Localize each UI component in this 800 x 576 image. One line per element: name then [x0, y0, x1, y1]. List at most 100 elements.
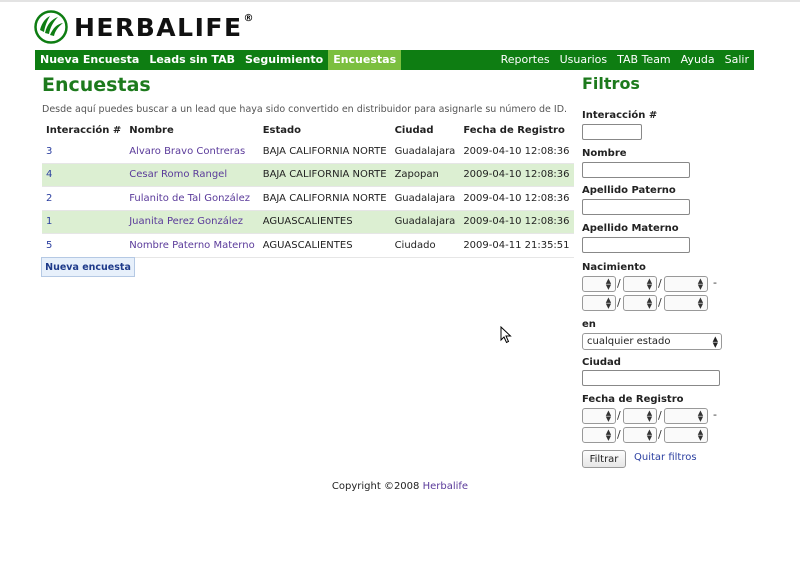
cell-nombre[interactable]: Fulanito de Tal González: [125, 187, 258, 211]
cell-estado: BAJA CALIFORNIA NORTE: [262, 145, 387, 157]
cell-interaccion[interactable]: 2: [42, 187, 125, 211]
stepper-icon: ▲ ▼: [697, 409, 704, 423]
page-title: Encuestas: [42, 74, 151, 96]
fecha-hasta-anio-select[interactable]: ▲ ▼: [664, 427, 708, 443]
nav-leads-sin-tab[interactable]: Leads sin TAB: [144, 50, 240, 70]
filtrar-button[interactable]: Filtrar: [582, 450, 626, 468]
cell-nombre[interactable]: Cesar Romo Rangel: [125, 163, 259, 187]
cell-ciudad: Guadalajara: [390, 210, 460, 234]
fecha-registro-label: Fecha de Registro: [582, 394, 684, 405]
nav-nueva-encuesta[interactable]: Nueva Encuesta: [35, 50, 144, 70]
intro-text: Desde aquí puedes buscar a un lead que h…: [42, 104, 568, 115]
col-interaccion[interactable]: Interacción #: [42, 121, 125, 140]
cell-interaccion[interactable]: 4: [42, 163, 126, 187]
top-border: [0, 0, 800, 2]
nav-tab-team[interactable]: TAB Team: [612, 50, 676, 70]
fecha-hasta-dia-select[interactable]: ▲ ▼: [582, 427, 616, 443]
cell-fecha: 2009-04-10 12:08:36: [459, 210, 574, 234]
nacimiento-hasta-mes-select[interactable]: ▲ ▼: [623, 295, 657, 311]
herbalife-logo[interactable]: HERBALIFE®: [34, 10, 255, 44]
nav-encuestas[interactable]: Encuestas: [328, 50, 402, 70]
col-estado[interactable]: Estado: [259, 121, 391, 140]
stepper-icon: ▲ ▼: [697, 428, 704, 442]
cell-estado: AGUASCALIENTES: [262, 239, 353, 251]
cell-ciudad: Guadalajara: [394, 145, 456, 157]
encuestas-table: Interacción # Nombre Estado Ciudad Fecha…: [42, 121, 574, 258]
cell-estado: BAJA CALIFORNIA NORTE: [258, 163, 391, 187]
nombre-label: Nombre: [582, 148, 627, 159]
footer-copyright: Copyright ©2008 Herbalife: [0, 481, 800, 492]
filters-title: Filtros: [582, 74, 640, 93]
nombre-input[interactable]: [582, 162, 690, 178]
quitar-filtros-link[interactable]: Quitar filtros: [634, 452, 697, 463]
ciudad-input[interactable]: [582, 370, 720, 386]
nacimiento-desde-dia-select[interactable]: ▲ ▼: [582, 276, 616, 292]
footer-herbalife-link[interactable]: Herbalife: [423, 481, 469, 492]
cell-fecha: 2009-04-10 12:08:36: [459, 163, 574, 187]
estado-select[interactable]: cualquier estado ▲ ▼: [582, 333, 722, 350]
nav-usuarios[interactable]: Usuarios: [555, 50, 613, 70]
cell-nombre[interactable]: Juanita Perez González: [125, 210, 259, 234]
cell-interaccion[interactable]: 5: [42, 234, 125, 258]
en-label: en: [582, 319, 596, 330]
nav-salir[interactable]: Salir: [720, 50, 754, 70]
stepper-icon: ▲ ▼: [646, 409, 653, 423]
table-row: 4 Cesar Romo Rangel BAJA CALIFORNIA NORT…: [42, 163, 574, 187]
stepper-icon: ▲ ▼: [646, 428, 653, 442]
fecha-desde-anio-select[interactable]: ▲ ▼: [664, 408, 708, 424]
cell-ciudad: Guadalajara: [394, 192, 456, 204]
table-header-row: Interacción # Nombre Estado Ciudad Fecha…: [42, 121, 574, 140]
nav-reportes[interactable]: Reportes: [496, 50, 555, 70]
estado-select-value: cualquier estado: [587, 336, 671, 347]
table-row: 5 Nombre Paterno Materno AGUASCALIENTES …: [42, 234, 574, 258]
cell-interaccion[interactable]: 1: [42, 210, 126, 234]
stepper-icon: ▲ ▼: [697, 296, 704, 310]
nacimiento-hasta-anio-select[interactable]: ▲ ▼: [664, 295, 708, 311]
stepper-icon: ▲ ▼: [605, 277, 612, 291]
mouse-pointer-icon: [500, 326, 512, 344]
ciudad-label: Ciudad: [582, 357, 621, 368]
cell-ciudad: Zapopan: [390, 163, 460, 187]
fecha-hasta-mes-select[interactable]: ▲ ▼: [623, 427, 657, 443]
stepper-icon: ▲ ▼: [646, 277, 653, 291]
nacimiento-hasta-dia-select[interactable]: ▲ ▼: [582, 295, 616, 311]
table-row: 2 Fulanito de Tal González BAJA CALIFORN…: [42, 187, 574, 211]
nav-ayuda[interactable]: Ayuda: [676, 50, 720, 70]
nacimiento-desde-anio-select[interactable]: ▲ ▼: [664, 276, 708, 292]
col-fecha[interactable]: Fecha de Registro: [459, 121, 573, 140]
logo-text: HERBALIFE®: [74, 12, 256, 42]
interaccion-label: Interacción #: [582, 110, 658, 121]
nacimiento-desde-mes-select[interactable]: ▲ ▼: [623, 276, 657, 292]
apellido-paterno-label: Apellido Paterno: [582, 185, 676, 196]
stepper-icon: ▲ ▼: [605, 409, 612, 423]
herbalife-leaf-icon: [34, 10, 68, 44]
cell-estado: AGUASCALIENTES: [258, 210, 391, 234]
main-nav: Nueva Encuesta Leads sin TAB Seguimiento…: [35, 50, 754, 70]
interaccion-input[interactable]: [582, 124, 642, 140]
stepper-icon: ▲ ▼: [712, 335, 718, 349]
nacimiento-label: Nacimiento: [582, 262, 646, 273]
apellido-paterno-input[interactable]: [582, 199, 690, 215]
cell-nombre[interactable]: Nombre Paterno Materno: [125, 234, 258, 258]
table-row: 1 Juanita Perez González AGUASCALIENTES …: [42, 210, 574, 234]
stepper-icon: ▲ ▼: [697, 277, 704, 291]
cell-estado: BAJA CALIFORNIA NORTE: [262, 192, 387, 204]
apellido-materno-input[interactable]: [582, 237, 690, 253]
cell-interaccion[interactable]: 3: [42, 140, 125, 163]
table-row: 3 Alvaro Bravo Contreras BAJA CALIFORNIA…: [42, 140, 574, 163]
nav-seguimiento[interactable]: Seguimiento: [240, 50, 328, 70]
cell-ciudad: Ciudado: [394, 239, 436, 251]
stepper-icon: ▲ ▼: [605, 428, 612, 442]
cell-fecha: 2009-04-10 12:08:36: [463, 145, 570, 157]
col-nombre[interactable]: Nombre: [125, 121, 258, 140]
cell-fecha: 2009-04-10 12:08:36: [463, 192, 570, 204]
copyright-text: Copyright ©2008: [331, 481, 420, 492]
col-ciudad[interactable]: Ciudad: [391, 121, 460, 140]
stepper-icon: ▲ ▼: [605, 296, 612, 310]
apellido-materno-label: Apellido Materno: [582, 223, 679, 234]
fecha-desde-mes-select[interactable]: ▲ ▼: [623, 408, 657, 424]
nueva-encuesta-button[interactable]: Nueva encuesta: [41, 257, 135, 277]
cell-nombre[interactable]: Alvaro Bravo Contreras: [125, 140, 258, 163]
fecha-desde-dia-select[interactable]: ▲ ▼: [582, 408, 616, 424]
stepper-icon: ▲ ▼: [646, 296, 653, 310]
